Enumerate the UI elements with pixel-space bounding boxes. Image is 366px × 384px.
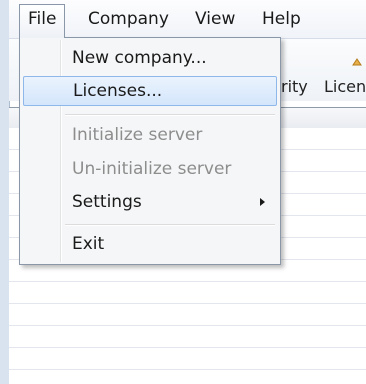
menu-item-new-company[interactable]: New company...	[23, 43, 277, 73]
toolbar-button-security-label[interactable]: rity	[281, 77, 308, 96]
menu-company[interactable]: Company	[80, 5, 177, 33]
menu-item-label: Exit	[72, 234, 105, 254]
menu-item-initialize-server: Initialize server	[23, 120, 277, 150]
menu-item-label: New company...	[72, 48, 207, 68]
menu-item-uninitialize-server: Un-initialize server	[23, 154, 277, 184]
menu-item-licenses[interactable]: Licenses...	[23, 76, 277, 106]
application-window: File Company View Help rity Licen c. New…	[0, 0, 366, 384]
file-menu-dropdown: New company... Licenses... Initialize se…	[19, 37, 281, 265]
submenu-arrow-icon	[260, 198, 265, 206]
license-icon[interactable]	[352, 57, 362, 67]
menu-item-label: Un-initialize server	[72, 159, 232, 179]
toolbar-button-licenses-label[interactable]: Licen	[324, 77, 366, 96]
menu-separator	[65, 224, 275, 226]
menu-help[interactable]: Help	[254, 5, 309, 33]
menu-item-label: Settings	[72, 192, 142, 212]
menu-separator	[65, 114, 275, 116]
menu-item-settings[interactable]: Settings	[23, 187, 277, 217]
menu-item-label: Licenses...	[73, 81, 163, 101]
menu-item-label: Initialize server	[72, 125, 203, 145]
menu-view[interactable]: View	[187, 5, 243, 33]
menu-file[interactable]: File	[19, 4, 66, 38]
menu-item-exit[interactable]: Exit	[23, 229, 277, 259]
